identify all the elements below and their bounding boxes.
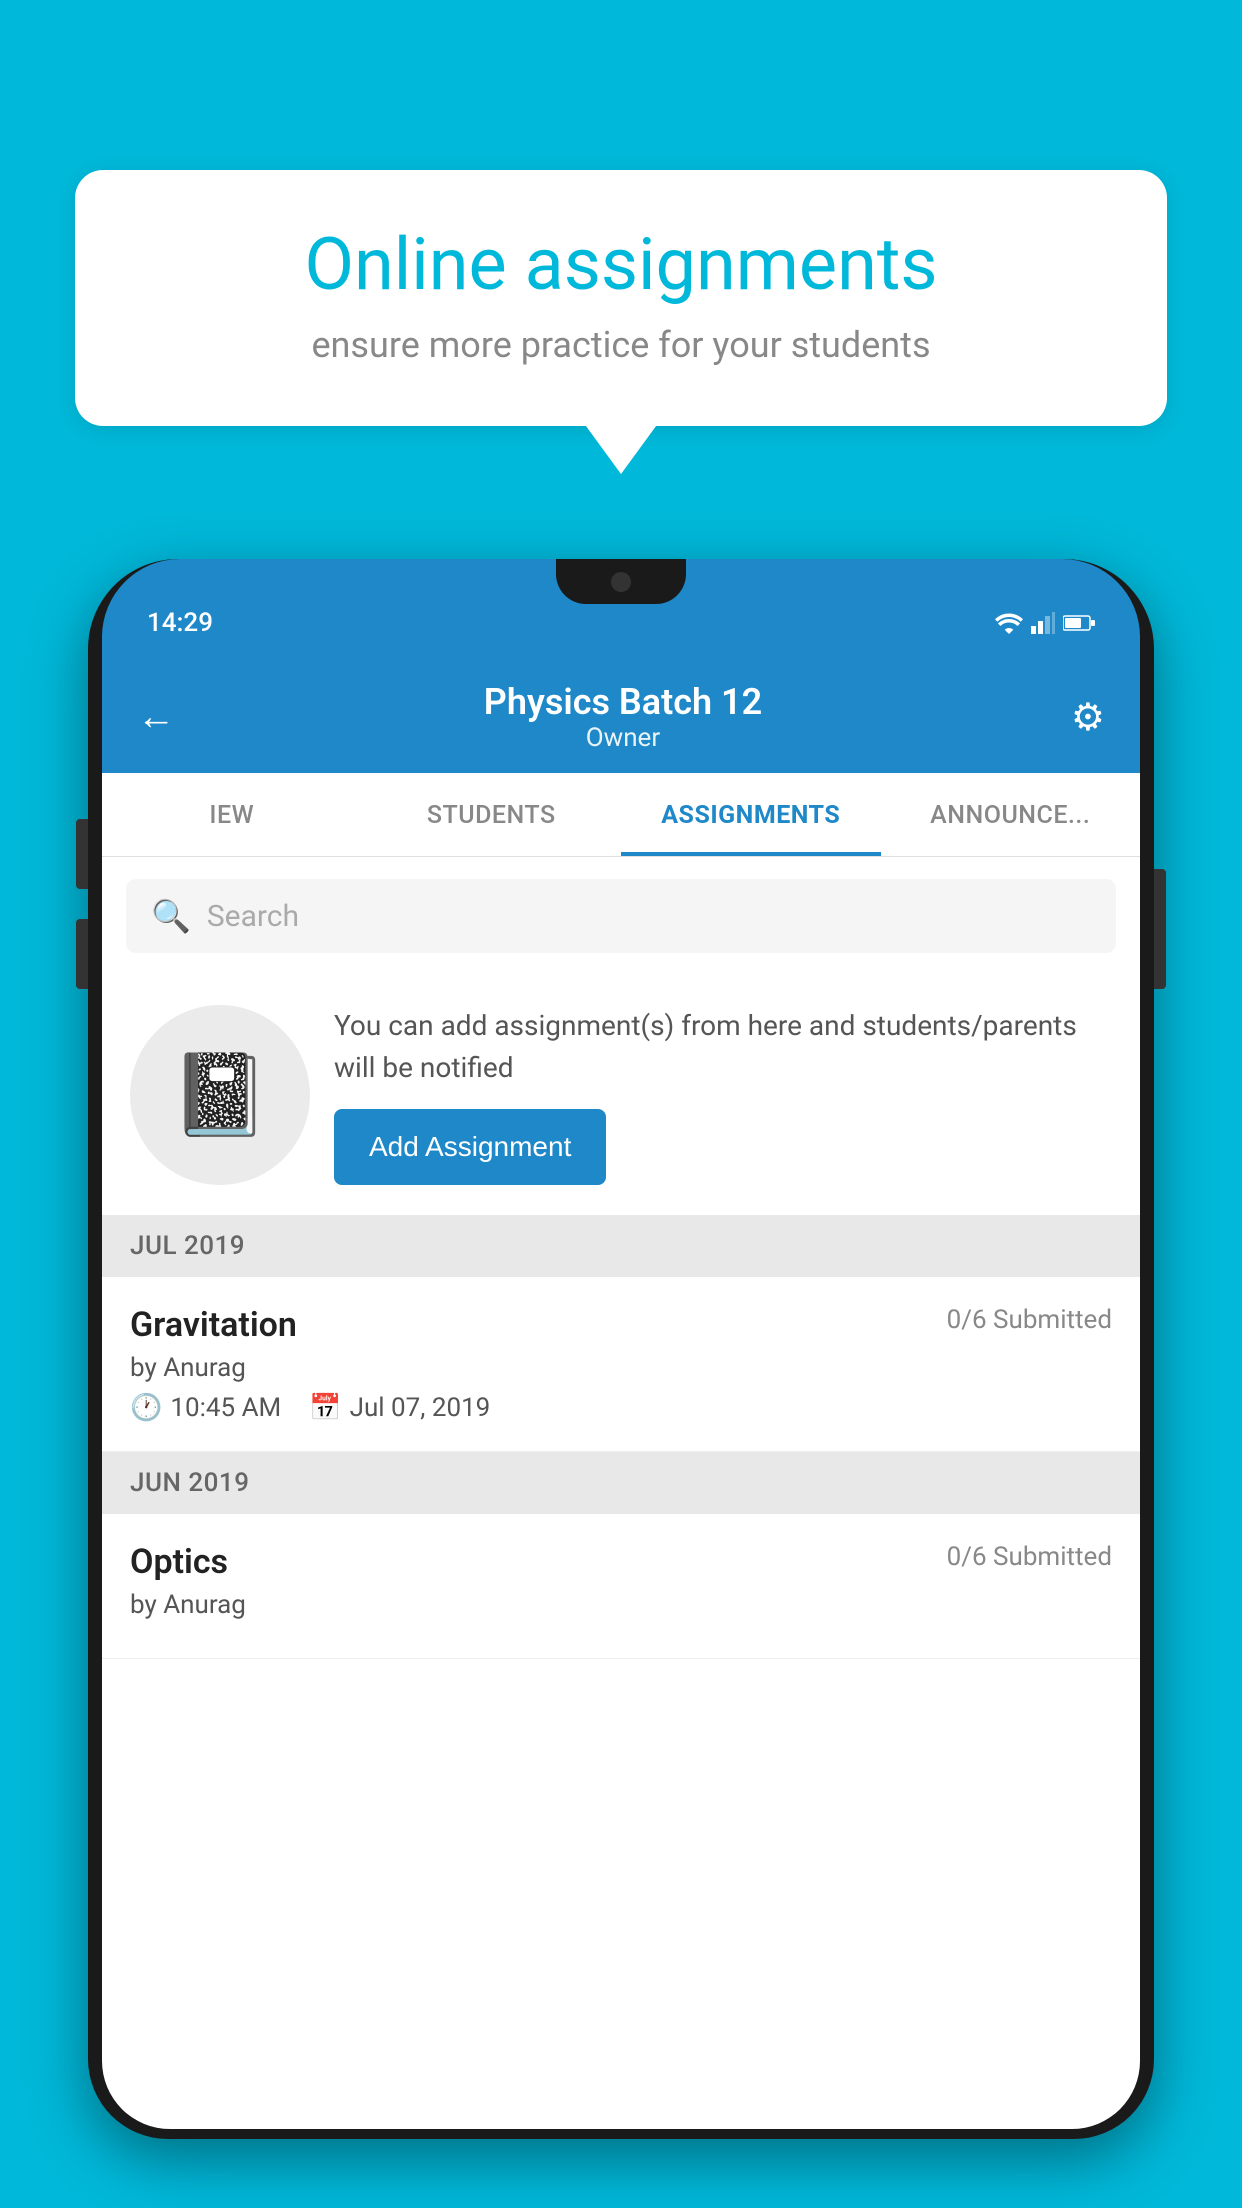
speech-bubble-title: Online assignments [135,225,1107,304]
assignment-meta: 🕐 10:45 AM 📅 Jul 07, 2019 [130,1393,1112,1423]
search-container: 🔍 Search [102,857,1140,975]
status-icons [995,604,1095,634]
batch-title: Physics Batch 12 [484,681,762,723]
status-time: 14:29 [147,600,213,638]
assignment-row-top: Gravitation 0/6 Submitted [130,1305,1112,1345]
assignment-icon-circle: 📓 [130,1005,310,1185]
clock-icon: 🕐 [130,1393,162,1423]
tab-iew[interactable]: IEW [102,773,362,856]
phone-container: 14:29 [88,545,1154,2208]
promo-content: You can add assignment(s) from here and … [334,1005,1112,1185]
assignment-date: Jul 07, 2019 [350,1393,491,1423]
assignment-item-gravitation[interactable]: Gravitation 0/6 Submitted by Anurag 🕐 10… [102,1277,1140,1452]
volume-down-button [76,919,88,989]
assignment-item-optics[interactable]: Optics 0/6 Submitted by Anurag [102,1514,1140,1659]
assignment-name-optics: Optics [130,1542,228,1582]
promo-text: You can add assignment(s) from here and … [334,1005,1112,1089]
tab-announcements[interactable]: ANNOUNCE... [881,773,1141,856]
phone-screen: ← Physics Batch 12 Owner ⚙ IEW STUDENTS … [102,659,1140,2129]
header-title-group: Physics Batch 12 Owner [484,681,762,753]
batch-role: Owner [484,723,762,753]
wifi-icon [995,612,1023,634]
search-bar[interactable]: 🔍 Search [126,879,1116,953]
section-header-jul: JUL 2019 [102,1215,1140,1277]
promo-block: 📓 You can add assignment(s) from here an… [102,975,1140,1215]
search-placeholder: Search [207,899,299,934]
back-button[interactable]: ← [137,695,175,739]
battery-icon [1063,614,1095,632]
assignment-submitted: 0/6 Submitted [947,1305,1112,1335]
tabs-container: IEW STUDENTS ASSIGNMENTS ANNOUNCE... [102,773,1140,857]
phone-outer: 14:29 [88,559,1154,2139]
camera [611,572,631,592]
meta-date: 📅 Jul 07, 2019 [309,1393,490,1423]
signal-icon [1031,612,1055,634]
assignment-submitted-optics: 0/6 Submitted [947,1542,1112,1572]
assignment-name: Gravitation [130,1305,297,1345]
status-bar: 14:29 [102,559,1140,659]
assignment-row-top-optics: Optics 0/6 Submitted [130,1542,1112,1582]
assignment-by: by Anurag [130,1353,1112,1383]
search-icon: 🔍 [151,897,191,935]
speech-bubble-container: Online assignments ensure more practice … [75,170,1167,426]
add-assignment-button[interactable]: Add Assignment [334,1109,606,1185]
power-button [1154,869,1166,989]
notch [556,559,686,604]
notebook-icon: 📓 [170,1048,270,1142]
speech-bubble: Online assignments ensure more practice … [75,170,1167,426]
settings-icon[interactable]: ⚙ [1071,695,1105,740]
assignment-time: 10:45 AM [170,1393,281,1423]
meta-time: 🕐 10:45 AM [130,1393,281,1423]
section-header-jun: JUN 2019 [102,1452,1140,1514]
calendar-icon: 📅 [309,1393,341,1423]
app-header: ← Physics Batch 12 Owner ⚙ [102,659,1140,773]
tab-students[interactable]: STUDENTS [362,773,622,856]
volume-up-button [76,819,88,889]
assignment-by-optics: by Anurag [130,1590,1112,1620]
speech-bubble-subtitle: ensure more practice for your students [135,324,1107,366]
tab-assignments[interactable]: ASSIGNMENTS [621,773,881,856]
